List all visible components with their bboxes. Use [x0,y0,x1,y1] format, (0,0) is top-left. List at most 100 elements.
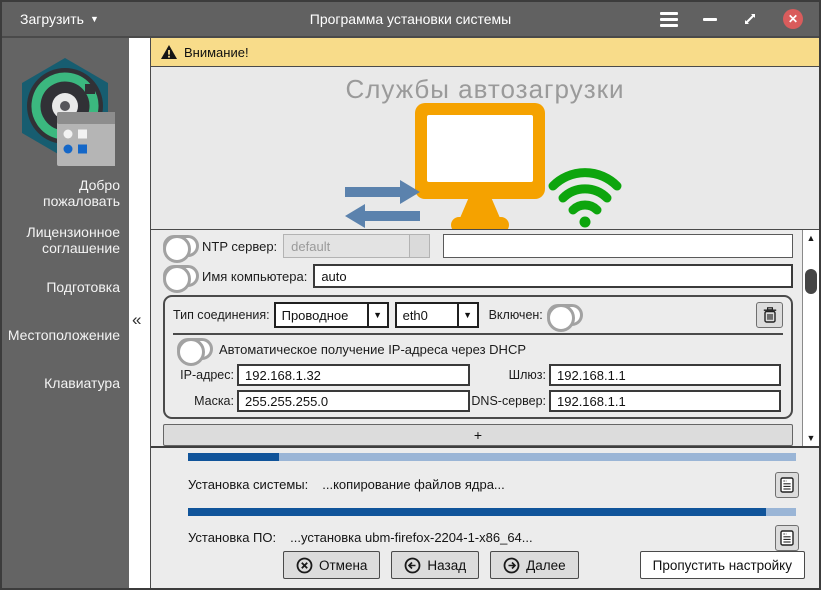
software-progress-fill [188,508,766,516]
back-button[interactable]: Назад [391,551,480,579]
ip-row: IP-адрес: Шлюз: [173,364,783,386]
installer-window: Загрузить ▼ Программа установки системы … [0,0,821,590]
settings-scroll-area: NTP сервер: default Имя компьютера: auto… [151,230,819,446]
ntp-label: NTP сервер: [202,238,278,254]
autostart-illustration [320,103,650,229]
hostname-toggle[interactable] [163,265,199,293]
collapse-sidebar-icon[interactable]: « [132,310,141,330]
next-button[interactable]: Далее [490,551,579,579]
wizard-steps: Добро пожаловать Лицензионное соглашение… [2,175,129,391]
trash-icon [763,307,776,323]
sidebar-item-keyboard[interactable]: Клавиатура [2,375,129,391]
scroll-up-icon[interactable]: ▲ [803,231,819,245]
software-progress-status: ...установка ubm-firefox-2204-1-x86_64..… [290,530,533,545]
vertical-scrollbar[interactable]: ▲ ▼ [802,230,819,446]
warning-banner: Внимание! [151,38,819,66]
content: Внимание! Службы автозагрузки NTP сервер… [150,38,819,588]
mask-label: Маска: [194,394,234,408]
connection-type-label: Тип соединения: [173,308,270,322]
hostname-input[interactable] [313,264,793,288]
page-title: Службы автозагрузки [345,74,625,104]
transfer-arrows-icon [345,180,420,228]
ntp-toggle[interactable] [163,235,199,263]
minimize-icon[interactable] [703,17,717,21]
software-log-button[interactable] [775,524,799,551]
hostname-row: Имя компьютера: [161,264,797,293]
ntp-dropdown-area [409,235,430,257]
software-progress-row: Установка ПО: ...установка ubm-firefox-2… [188,524,807,551]
mask-row: Маска: DNS-сервер: [173,390,783,412]
scroll-down-icon[interactable]: ▼ [803,431,819,445]
ip-label: IP-адрес: [180,368,234,382]
dhcp-row: Автоматическое получение IP-адреса через… [173,338,783,366]
connection-panel: Тип соединения: Проводное ▼ eth0 ▼ Включ… [163,295,793,419]
dhcp-label: Автоматическое получение IP-адреса через… [219,341,527,357]
log-icon [780,529,794,546]
system-progress-status: ...копирование файлов ядра... [322,477,505,492]
dns-label: DNS-сервер: [471,394,546,408]
ntp-custom-input[interactable] [443,234,793,258]
settings-form: NTP сервер: default Имя компьютера: auto… [151,230,802,446]
hostname-label: Имя компьютера: [202,268,308,284]
sidebar-item-license[interactable]: Лицензионное соглашение [2,224,129,256]
delete-connection-button[interactable] [756,302,783,328]
connection-type-row: Тип соединения: Проводное ▼ eth0 ▼ Включ… [173,302,783,332]
next-label: Далее [526,557,566,573]
panel-divider [173,333,783,335]
ntp-server-select[interactable]: default [283,234,431,258]
warning-text: Внимание! [184,44,249,60]
sidebar-item-welcome[interactable]: Добро пожаловать [2,177,129,209]
close-glyph: ✕ [787,12,799,26]
system-progressbar [188,453,796,461]
wizard-buttons: Отмена Назад Далее Пропустить настройку [188,551,807,579]
dhcp-toggle[interactable] [177,338,213,366]
cancel-icon [296,557,313,573]
window-controls: ✕ [660,9,819,29]
gateway-label: Шлюз: [508,368,546,382]
connection-type-select[interactable]: Проводное ▼ [273,302,389,328]
back-icon [405,557,421,573]
ntp-server-value: default [291,238,331,254]
dropdown-arrow-icon: ▼ [456,304,477,326]
system-log-button[interactable] [775,471,799,498]
add-connection-button[interactable]: + [163,424,793,446]
ntp-row: NTP сервер: default [161,234,797,263]
skip-setup-button[interactable]: Пропустить настройку [639,551,805,579]
system-progress-row: Установка системы: ...копирование файлов… [188,471,807,498]
sidebar-item-location[interactable]: Местоположение [2,327,129,343]
warning-icon [161,45,177,59]
connection-enabled-toggle[interactable] [546,304,583,332]
ip-input[interactable] [237,364,470,386]
scrollbar-thumb[interactable] [805,269,817,294]
maximize-icon[interactable] [742,11,758,27]
load-menu-label: Загрузить [20,11,84,27]
gateway-input[interactable] [549,364,781,386]
system-progress-fill [188,453,280,461]
monitor-icon [415,103,545,229]
sidebar: Добро пожаловать Лицензионное соглашение… [2,38,129,588]
interface-select[interactable]: eth0 ▼ [394,302,479,328]
progress-panel: Установка системы: ...копирование файлов… [151,446,819,588]
enabled-label: Включен: [488,308,543,322]
close-icon[interactable]: ✕ [783,9,803,29]
chevron-down-icon: ▼ [89,14,99,24]
system-progress-label: Установка системы: [188,477,309,492]
sidebar-gutter: « [129,38,150,588]
skip-label: Пропустить настройку [652,557,792,573]
back-label: Назад [427,557,467,573]
mask-input[interactable] [237,390,470,412]
wifi-icon [548,168,622,228]
sidebar-item-preparation[interactable]: Подготовка [2,279,129,295]
load-menu-button[interactable]: Загрузить ▼ [2,11,113,27]
connection-type-value: Проводное [281,307,349,323]
menu-icon[interactable] [660,11,678,27]
next-icon [503,557,520,573]
app-logo-icon [15,56,129,173]
step-header: Службы автозагрузки [151,66,819,230]
dropdown-arrow-icon: ▼ [366,304,387,326]
dns-input[interactable] [549,390,781,412]
cancel-button[interactable]: Отмена [282,551,381,579]
titlebar: Загрузить ▼ Программа установки системы … [2,2,819,38]
log-icon [780,476,794,493]
software-progressbar [188,508,796,516]
